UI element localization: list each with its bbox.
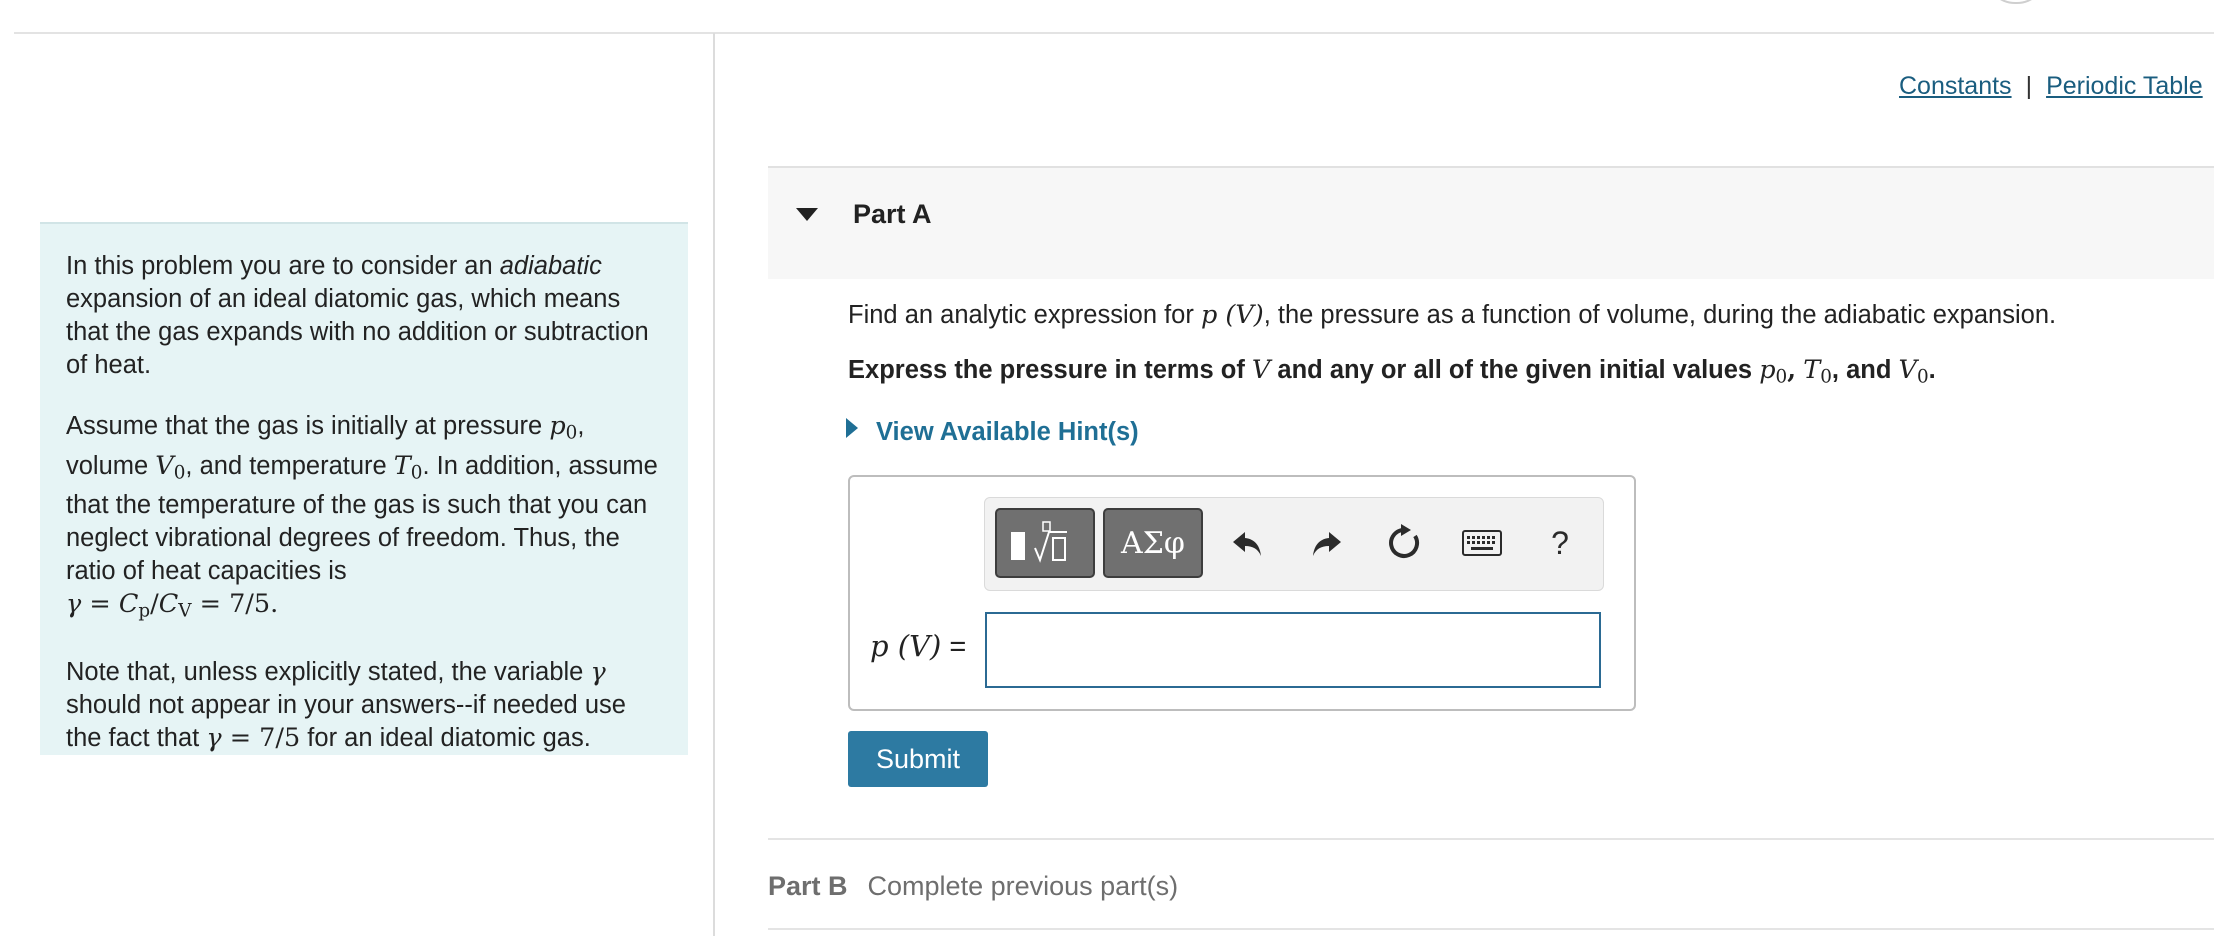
top-divider bbox=[14, 32, 2214, 34]
part-b-bottom-divider bbox=[768, 928, 2214, 930]
submit-button[interactable]: Submit bbox=[848, 731, 988, 787]
periodic-table-link[interactable]: Periodic Table bbox=[2046, 72, 2203, 100]
p0-symbol: p0 bbox=[549, 411, 578, 444]
view-hints-toggle[interactable]: View Available Hint(s) bbox=[846, 418, 1139, 447]
pv-symbol: p (V) bbox=[1200, 300, 1264, 330]
gamma-symbol: γ bbox=[590, 656, 606, 687]
resource-links: Constants | Periodic Table bbox=[1899, 72, 2203, 101]
math-toolbar: ΑΣφ ? bbox=[984, 497, 1604, 591]
part-b-row: Part B Complete previous part(s) bbox=[768, 871, 1178, 902]
problem-intro-panel: In this problem you are to consider an a… bbox=[40, 222, 688, 755]
constants-link[interactable]: Constants bbox=[1899, 72, 2012, 100]
answer-input[interactable] bbox=[985, 612, 1601, 688]
column-divider bbox=[713, 33, 715, 936]
undo-icon[interactable] bbox=[1225, 518, 1271, 568]
templates-icon bbox=[1011, 521, 1067, 563]
redo-icon[interactable] bbox=[1303, 518, 1349, 568]
part-a-title: Part A bbox=[853, 199, 932, 229]
part-b-title: Part B bbox=[768, 871, 848, 901]
part-b-top-divider bbox=[768, 838, 2214, 840]
keyboard-icon[interactable] bbox=[1459, 518, 1505, 568]
templates-button[interactable] bbox=[995, 508, 1095, 578]
answer-entry-box: ΑΣφ ? p (V) = bbox=[848, 475, 1636, 711]
heat-capacity-ratio-formula: γ = Cp/CV = 7/5. bbox=[66, 589, 279, 622]
t0-symbol: T0 bbox=[393, 450, 423, 484]
collapse-caret-icon[interactable] bbox=[796, 208, 818, 221]
part-b-status: Complete previous part(s) bbox=[867, 871, 1179, 901]
intro-paragraph-2: Assume that the gas is initially at pres… bbox=[66, 411, 658, 622]
user-avatar[interactable] bbox=[1985, 0, 2047, 4]
intro-paragraph-3: Note that, unless explicitly stated, the… bbox=[66, 656, 626, 753]
expand-caret-icon bbox=[846, 418, 858, 438]
link-separator: | bbox=[2025, 72, 2033, 100]
part-a-header[interactable]: Part A bbox=[768, 166, 2214, 279]
intro-paragraph-1: In this problem you are to consider an a… bbox=[66, 252, 649, 379]
part-a-instruction: Express the pressure in terms of V and a… bbox=[848, 355, 1936, 388]
v0-symbol: V0 bbox=[155, 450, 186, 484]
part-a-question: Find an analytic expression for p (V), t… bbox=[848, 300, 2057, 330]
gamma-value-formula: γ = 7/5 bbox=[206, 722, 301, 753]
help-button[interactable]: ? bbox=[1537, 518, 1583, 568]
answer-label: p (V) = bbox=[870, 629, 967, 663]
reset-icon[interactable] bbox=[1381, 518, 1427, 568]
greek-symbols-button[interactable]: ΑΣφ bbox=[1103, 508, 1203, 578]
